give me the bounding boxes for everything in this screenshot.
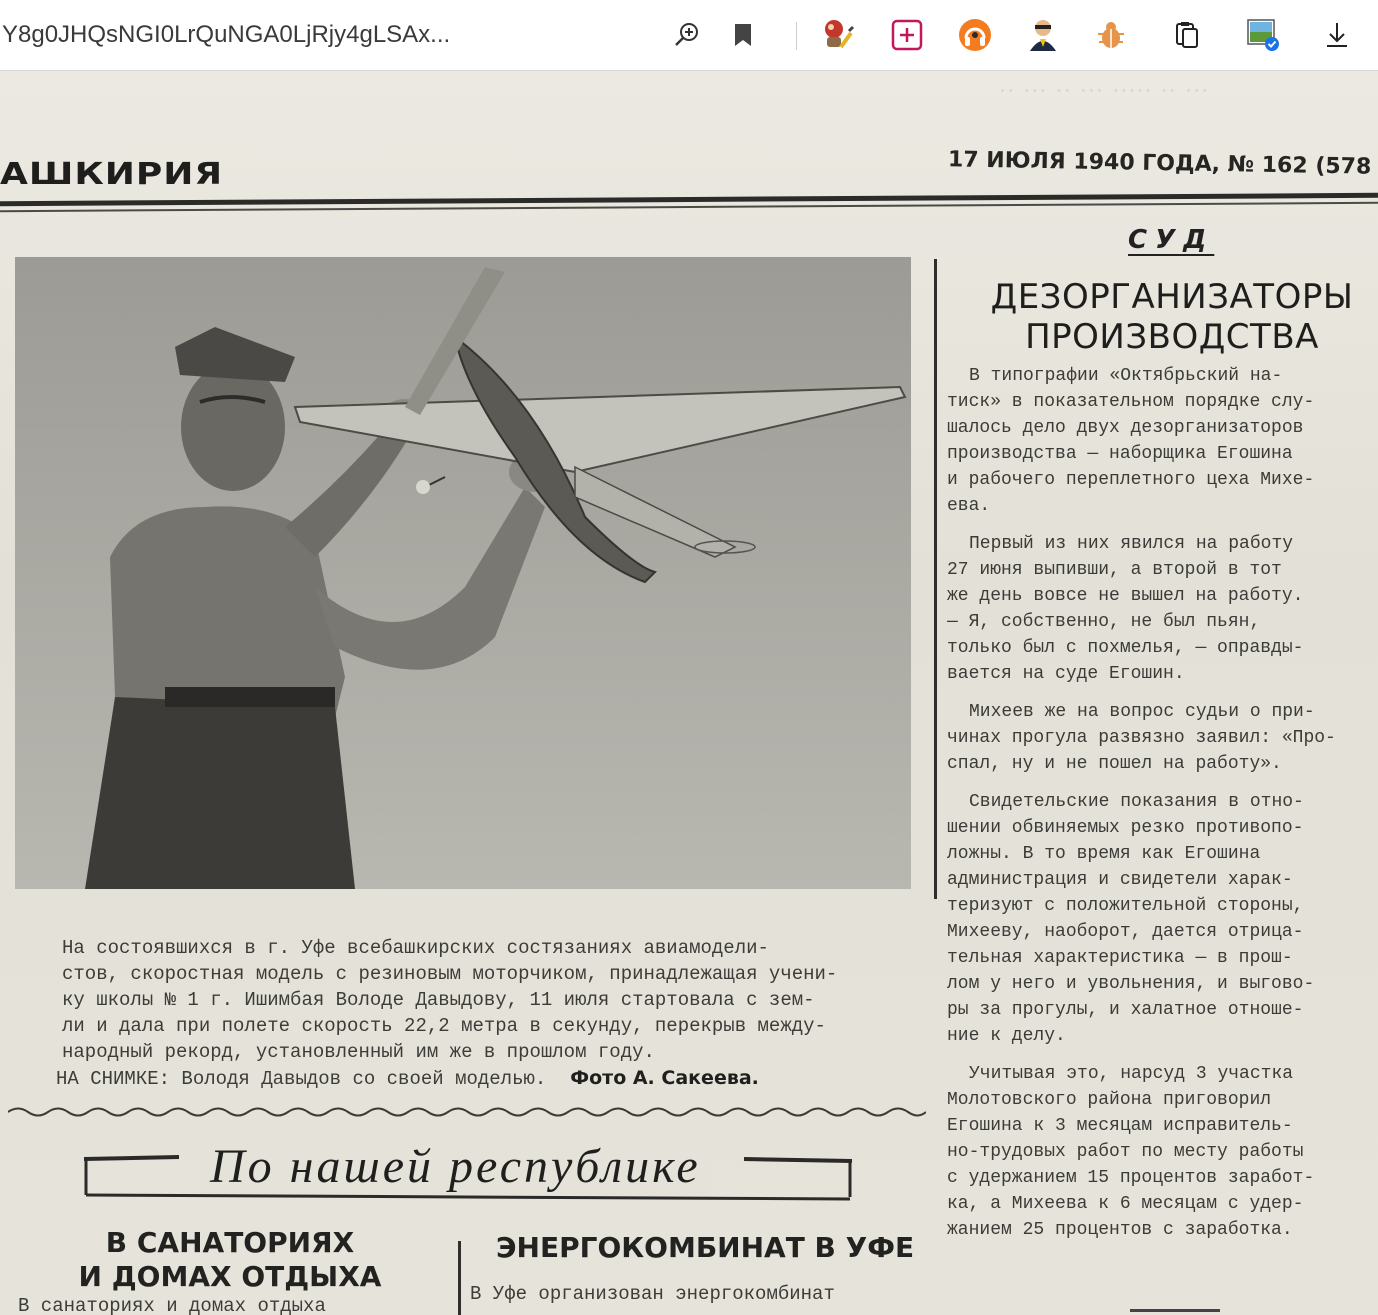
headline-line: И ДОМАХ ОТДЫХА <box>78 1260 382 1293</box>
paragraph-line: В типографии «Октябрьский на- <box>969 366 1283 386</box>
newspaper-page: ·· ··· ·· ··· ····· ·· ··· АШКИРИЯ 17 ИЮ… <box>0 71 1378 1315</box>
caption-line: стов, скоростная модель с резиновым мото… <box>62 963 838 985</box>
paragraph-line: производства — наборщика Егошина <box>947 444 1293 464</box>
photo-caption: На состоявшихся в г. Уфе всебашкирских с… <box>16 935 922 1092</box>
paragraph-line: Михееву, наоборот, дается отрица- <box>947 922 1304 942</box>
paragraph-line: Первый из них явился на работу <box>969 534 1294 554</box>
caption-line: ли и дала при полете скорость 22,2 метра… <box>62 1015 826 1037</box>
paragraph-line: спал, ну и не пошел на работу». <box>947 754 1282 774</box>
faded-bleed-through-text: ·· ··· ·· ··· ····· ·· ··· <box>1000 81 1211 100</box>
paragraph-line: ние к делу. <box>947 1026 1066 1046</box>
article-paragraph: Михеев же на вопрос судьи о при-чинах пр… <box>947 699 1378 777</box>
clipboard-copy-icon[interactable] <box>1166 14 1208 56</box>
paragraph-line: шалось дело двух дезорганизаторов <box>947 418 1304 438</box>
paragraph-line: Михеев же на вопрос судьи о при- <box>969 702 1315 722</box>
paragraph-line: чинах прогула развязно заявил: «Про- <box>947 728 1336 748</box>
caption-line: народный рекорд, установленный им же в п… <box>62 1041 655 1063</box>
paragraph-line: шении обвиняемых резко противопо- <box>947 818 1304 838</box>
column-rule <box>934 259 937 899</box>
issue-date: 17 ИЮЛЯ 1940 ГОДА, № 162 (578 <box>947 147 1372 180</box>
article-text-energy-plant: В Уфе организован энергокомбинат <box>470 1283 835 1305</box>
extension-painter-icon[interactable] <box>816 14 858 56</box>
paragraph-line: но-трудовых работ по месту работы <box>947 1142 1304 1162</box>
caption-line: На состоявшихся в г. Уфе всебашкирских с… <box>62 937 769 959</box>
paragraph-line: жанием 25 процентов с заработка. <box>947 1220 1293 1240</box>
paragraph-line: и рабочего переплетного цеха Михе- <box>947 470 1315 490</box>
caption-footer-text: НА СНИМКЕ: Володя Давыдов со своей модел… <box>56 1068 547 1090</box>
paragraph-line: 27 июня выпивши, а второй в тот <box>947 560 1282 580</box>
caption-text: На состоявшихся в г. Уфе всебашкирских с… <box>16 935 922 1065</box>
article-kicker: СУД <box>1128 225 1215 255</box>
agent-extension-icon[interactable] <box>1022 14 1064 56</box>
paragraph-line: вается на суде Егошин. <box>947 664 1185 684</box>
toolbar-separator <box>796 22 797 50</box>
paragraph-line: Свидетельские показания в отно- <box>969 792 1304 812</box>
headline-line: ПРОИЗВОДСТВА <box>1025 317 1319 357</box>
zoom-icon[interactable] <box>666 14 708 56</box>
news-photo <box>15 257 911 889</box>
paragraph-line: тиск» в показательном порядке слу- <box>947 392 1315 412</box>
column-rule <box>458 1241 461 1315</box>
add-collection-icon[interactable] <box>886 14 928 56</box>
article-body-court: В типографии «Октябрьский на-тиск» в пок… <box>947 363 1378 1289</box>
browser-toolbar: Y8g0JHQsNGI0LrQuNGA0LjRjy4gLSAx... <box>0 0 1378 71</box>
address-bar[interactable]: Y8g0JHQsNGI0LrQuNGA0LjRjy4gLSAx... <box>2 18 562 52</box>
wavy-divider <box>8 1107 926 1117</box>
paragraph-line: Учитывая это, нарсуд 3 участка <box>969 1064 1294 1084</box>
paragraph-line: же день вовсе не вышел на работу. <box>947 586 1304 606</box>
paragraph-line: ева. <box>947 496 991 516</box>
caption-footer: НА СНИМКЕ: Володя Давыдов со своей модел… <box>56 1065 922 1092</box>
photo-credit: Фото А. Сакеева. <box>570 1067 759 1089</box>
paragraph-line: ка, а Михеева к 6 месяцам с удер- <box>947 1194 1304 1214</box>
bug-extension-icon[interactable] <box>1090 14 1132 56</box>
section-title: По нашей республике <box>200 1139 711 1194</box>
paragraph-line: — Я, собственно, не был пьян, <box>947 612 1261 632</box>
download-icon[interactable] <box>1316 14 1358 56</box>
newspaper-masthead: АШКИРИЯ <box>0 157 224 192</box>
article-paragraph: Свидетельские показания в отно-шении обв… <box>947 789 1378 1049</box>
article-headline-court: ДЕЗОРГАНИЗАТОРЫ ПРОИЗВОДСТВА <box>972 277 1372 357</box>
paragraph-line: только был с похмелья, — оправды- <box>947 638 1304 658</box>
paragraph-line: администрация и свидетели харак- <box>947 870 1293 890</box>
article-paragraph: Первый из них явился на работу 27 июня вы… <box>947 531 1378 687</box>
headline-line: ДЕЗОРГАНИЗАТОРЫ <box>990 277 1354 317</box>
article-paragraph: Учитывая это, нарсуд 3 участка Молотовско… <box>947 1061 1378 1243</box>
article-headline-energy-plant: ЭНЕРГОКОМБИНАТ В УФЕ <box>496 1231 915 1264</box>
article-headline-sanatoriums: В САНАТОРИЯХ И ДОМАХ ОТДЫХА <box>40 1226 420 1294</box>
article-text-sanatoriums: В санаториях и домах отдыха <box>18 1295 326 1315</box>
article-paragraph: В типографии «Октябрьский на-тиск» в пок… <box>947 363 1378 519</box>
paragraph-line: Егошина к 3 месяцам исправитель- <box>947 1116 1293 1136</box>
headline-line: В САНАТОРИЯХ <box>105 1226 355 1259</box>
paragraph-line: с удержанием 15 процентов заработ- <box>947 1168 1315 1188</box>
paragraph-line: теризуют с положительной стороны, <box>947 896 1304 916</box>
paragraph-line: тельная характеристика — в прош- <box>947 948 1293 968</box>
paragraph-line: ры за прогулы, и халатное отноше- <box>947 1000 1304 1020</box>
paragraph-line: лом у него и увольнения, и выгово- <box>947 974 1315 994</box>
paragraph-line: ложны. В то время как Егошина <box>947 844 1261 864</box>
image-viewer-icon[interactable] <box>1242 14 1284 56</box>
bookmark-icon[interactable] <box>722 14 764 56</box>
headphones-extension-icon[interactable] <box>954 14 996 56</box>
article-end-rule <box>1130 1309 1220 1312</box>
paragraph-line: Молотовского района приговорил <box>947 1090 1272 1110</box>
caption-line: ку школы № 1 г. Ишимбая Володе Давыдову,… <box>62 989 815 1011</box>
